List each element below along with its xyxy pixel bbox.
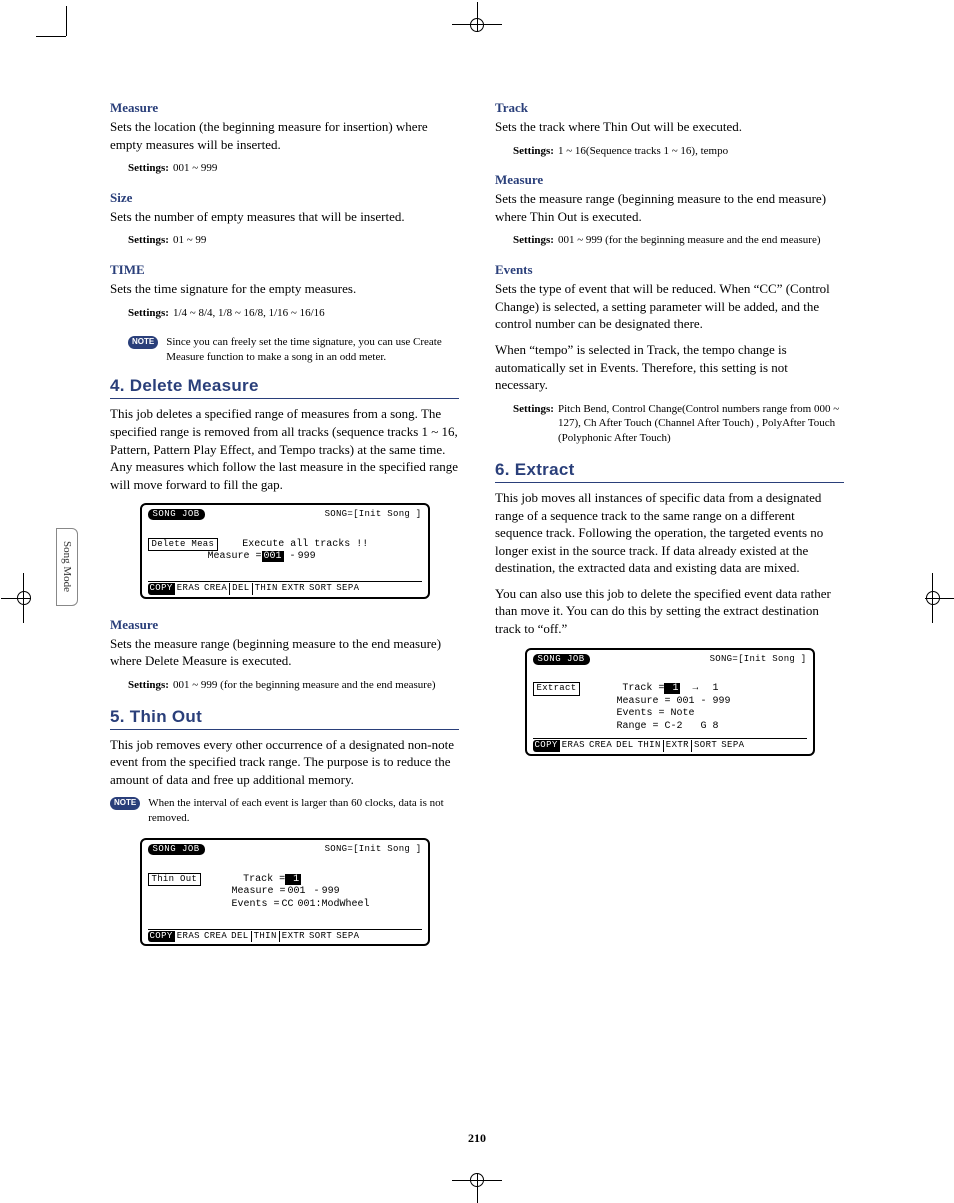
section-heading-6: 6. Extract xyxy=(495,460,844,483)
param-title-size: Size xyxy=(110,190,459,206)
lcd-job-box: Delete Meas xyxy=(148,538,219,551)
param-body-events-2: When “tempo” is selected in Track, the t… xyxy=(495,341,844,394)
settings-label: Settings: xyxy=(128,233,169,248)
param-title-measure: Measure xyxy=(110,100,459,116)
param-body-track: Sets the track where Thin Out will be ex… xyxy=(495,118,844,136)
lcd-song-label: SONG=[Init Song ] xyxy=(325,509,422,520)
param-title-del-measure: Measure xyxy=(110,617,459,633)
lcd-tabs: COPYERASCREADELTHINEXTRSORTSEPA xyxy=(148,581,422,594)
param-title-events: Events xyxy=(495,262,844,278)
param-body-measure: Sets the location (the beginning measure… xyxy=(110,118,459,153)
param-title-time: TIME xyxy=(110,262,459,278)
note-text-thinout: When the interval of each event is large… xyxy=(148,796,459,826)
settings-label: Settings: xyxy=(128,306,169,321)
side-tab: Song Mode xyxy=(56,528,78,606)
param-body-del-measure: Sets the measure range (beginning measur… xyxy=(110,635,459,670)
section-body-6-2: You can also use this job to delete the … xyxy=(495,585,844,638)
left-column: Measure Sets the location (the beginning… xyxy=(110,100,459,964)
lcd-job-box: Thin Out xyxy=(148,873,202,886)
param-body-size: Sets the number of empty measures that w… xyxy=(110,208,459,226)
param-body-r-measure: Sets the measure range (beginning measur… xyxy=(495,190,844,225)
lcd-thin-out: SONG JOB SONG=[Init Song ] Thin Out Trac… xyxy=(140,838,430,946)
settings-value-del-measure: 001 ~ 999 (for the beginning measure and… xyxy=(173,678,459,693)
param-body-time: Sets the time signature for the empty me… xyxy=(110,280,459,298)
note-badge: NOTE xyxy=(128,336,158,349)
lcd-tabs: COPYERASCREADELTHINEXTRSORTSEPA xyxy=(148,929,422,942)
note-badge: NOTE xyxy=(110,797,140,810)
lcd-mode-tab: SONG JOB xyxy=(148,509,205,520)
lcd-extract: SONG JOB SONG=[Init Song ] Extract Track… xyxy=(525,648,815,756)
lcd-delete-measure: SONG JOB SONG=[Init Song ] Delete Meas E… xyxy=(140,503,430,599)
settings-value-r-measure: 001 ~ 999 (for the beginning measure and… xyxy=(558,233,844,248)
crop-mark-right xyxy=(920,573,945,623)
crop-mark-top xyxy=(452,12,502,37)
settings-label: Settings: xyxy=(128,678,169,693)
settings-label: Settings: xyxy=(513,144,554,159)
section-heading-4: 4. Delete Measure xyxy=(110,376,459,399)
section-body-5: This job removes every other occurrence … xyxy=(110,736,459,789)
settings-label: Settings: xyxy=(513,402,554,447)
settings-value-events: Pitch Bend, Control Change(Control numbe… xyxy=(558,402,844,447)
crop-corner-tl xyxy=(36,36,66,66)
param-body-events-1: Sets the type of event that will be redu… xyxy=(495,280,844,333)
settings-value-time: 1/4 ~ 8/4, 1/8 ~ 16/8, 1/16 ~ 16/16 xyxy=(173,306,459,321)
param-title-track: Track xyxy=(495,100,844,116)
lcd-song-label: SONG=[Init Song ] xyxy=(325,844,422,855)
section-body-4: This job deletes a specified range of me… xyxy=(110,405,459,493)
lcd-job-box: Extract xyxy=(533,682,581,695)
crop-mark-left xyxy=(11,573,36,623)
settings-label: Settings: xyxy=(128,161,169,176)
param-title-r-measure: Measure xyxy=(495,172,844,188)
section-heading-5: 5. Thin Out xyxy=(110,707,459,730)
lcd-mode-tab: SONG JOB xyxy=(148,844,205,855)
side-tab-label: Song Mode xyxy=(61,541,73,592)
crop-mark-bottom xyxy=(452,1168,502,1193)
lcd-tabs: COPYERASCREADELTHINEXTRSORTSEPA xyxy=(533,738,807,751)
settings-value-size: 01 ~ 99 xyxy=(173,233,459,248)
lcd-song-label: SONG=[Init Song ] xyxy=(710,654,807,665)
settings-value-track: 1 ~ 16(Sequence tracks 1 ~ 16), tempo xyxy=(558,144,844,159)
right-column: Track Sets the track where Thin Out will… xyxy=(495,100,844,964)
page-number: 210 xyxy=(468,1131,486,1146)
note-text-time: Since you can freely set the time signat… xyxy=(166,335,459,365)
settings-value-measure: 001 ~ 999 xyxy=(173,161,459,176)
section-body-6-1: This job moves all instances of specific… xyxy=(495,489,844,577)
lcd-mode-tab: SONG JOB xyxy=(533,654,590,665)
settings-label: Settings: xyxy=(513,233,554,248)
